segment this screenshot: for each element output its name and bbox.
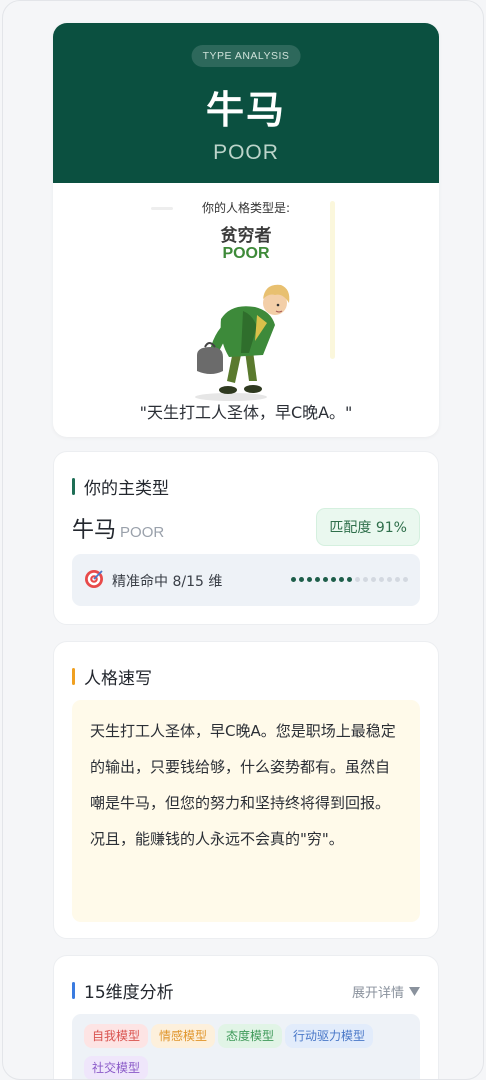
main-type-name-row: 牛马 POOR	[72, 512, 164, 544]
main-type-card: 你的主类型 牛马 POOR 匹配度 91% 精准命中 8/15 维	[53, 451, 439, 625]
type-title: 牛马	[205, 88, 286, 132]
dimension-dot	[387, 577, 392, 582]
expand-details-label[interactable]: 展开详情	[352, 982, 404, 1001]
type-analysis-badge: TYPE ANALYSIS	[191, 45, 301, 67]
personality-sketch-card: 人格速写 天生打工人圣体，早C晚A。您是职场上最稳定的输出，只要钱给够，什么姿势…	[53, 641, 439, 939]
dimension-tag[interactable]: 行动驱力模型	[285, 1024, 374, 1048]
illustration-type-cn: 贫穷者	[220, 226, 272, 246]
illustration-type-en: POOR	[222, 245, 270, 262]
dimension-tag[interactable]: 社交模型	[84, 1056, 149, 1079]
app-frame: TYPE ANALYSIS 牛马 POOR 你的人格类型是: 贫穷者 POOR	[2, 0, 484, 1080]
main-type-heading: 你的主类型	[84, 479, 169, 499]
dimension-hit-text: 精准命中 8/15 维	[112, 574, 223, 590]
dimension-dot	[307, 577, 312, 582]
main-type-name-en: POOR	[120, 524, 165, 541]
dimension-dot	[403, 577, 408, 582]
dimension-heading: 15维度分析	[84, 983, 174, 1003]
hero-header: TYPE ANALYSIS 牛马 POOR	[53, 23, 439, 183]
dimension-analysis-card: 15维度分析 展开详情 自我模型 情感模型 态度模型 行动驱力模型社交模型	[53, 955, 439, 1079]
type-quote: "天生打工人圣体，早C晚A。"	[139, 403, 353, 422]
dimension-dot	[331, 577, 336, 582]
match-score-badge: 匹配度 91%	[316, 508, 420, 546]
type-subtitle: POOR	[213, 141, 279, 164]
sketch-heading: 人格速写	[84, 669, 152, 689]
type-illustration: 你的人格类型是: 贫穷者 POOR	[53, 183, 439, 401]
dimension-tag[interactable]: 态度模型	[218, 1024, 283, 1048]
dimension-dot	[315, 577, 320, 582]
dimension-dot	[379, 577, 384, 582]
dimension-tag[interactable]: 情感模型	[151, 1024, 216, 1048]
dimension-hit-panel: 精准命中 8/15 维	[72, 554, 420, 606]
sketch-text: 天生打工人圣体，早C晚A。您是职场上最稳定的输出，只要钱给够，什么姿势都有。虽然…	[72, 700, 420, 922]
dimension-hit-dots	[291, 577, 408, 582]
target-icon	[85, 570, 103, 588]
dimension-dot	[355, 577, 360, 582]
dimension-dot	[299, 577, 304, 582]
dimension-dot	[291, 577, 296, 582]
dimension-dot	[371, 577, 376, 582]
dimension-tag[interactable]: 自我模型	[84, 1024, 149, 1048]
illustration-caption: 你的人格类型是:	[201, 201, 291, 215]
dimension-dot	[339, 577, 344, 582]
hunched-worker-figure	[195, 284, 290, 401]
triangle-down-icon[interactable]	[409, 987, 420, 996]
type-hero-card: TYPE ANALYSIS 牛马 POOR 你的人格类型是: 贫穷者 POOR	[53, 23, 439, 437]
dimension-dot	[363, 577, 368, 582]
expand-details-button[interactable]: 展开详情	[352, 982, 420, 1001]
dimension-dot	[323, 577, 328, 582]
main-type-name: 牛马	[72, 518, 117, 543]
dimension-dot	[395, 577, 400, 582]
dimension-tag-list: 自我模型 情感模型 态度模型 行动驱力模型社交模型	[72, 1014, 420, 1079]
dimension-dot	[347, 577, 352, 582]
